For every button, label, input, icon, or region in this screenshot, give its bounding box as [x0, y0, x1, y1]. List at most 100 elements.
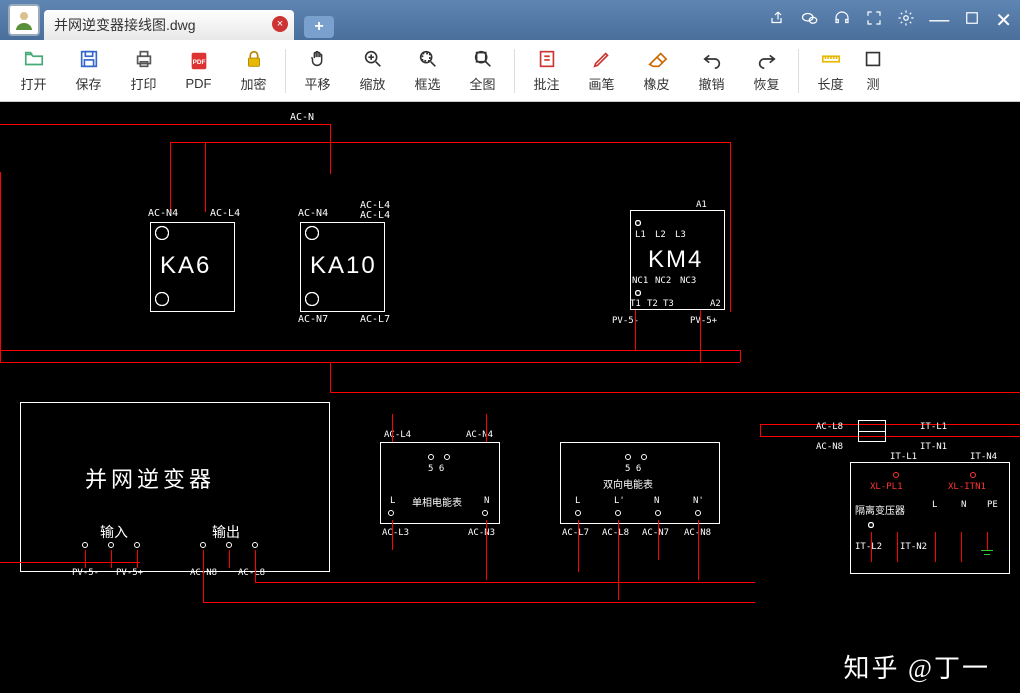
- lock-icon: [243, 48, 265, 70]
- terminal-label: AC-L4: [360, 210, 390, 221]
- terminal-label: NC1: [632, 276, 648, 286]
- terminal-label: A2: [710, 299, 721, 309]
- terminal-label: PV-5+: [116, 568, 143, 578]
- tab-label: 并网逆变器接线图.dwg: [54, 15, 196, 35]
- main-toolbar: 打开 保存 打印 PDFPDF 加密 平移 缩放 框选 全图 批注 画笔 橡皮 …: [0, 40, 1020, 102]
- pen-button[interactable]: 画笔: [574, 44, 629, 97]
- wire-label: AC-N: [290, 112, 314, 123]
- terminal-label: IT-N4: [970, 452, 997, 462]
- terminal-label: AC-L4: [210, 208, 240, 219]
- folder-open-icon: [23, 48, 45, 70]
- terminal-label: N': [693, 496, 704, 506]
- terminal-label: IT-N2: [900, 542, 927, 552]
- terminal-label: 5 6: [625, 464, 641, 474]
- terminal-label: AC-L3: [382, 528, 409, 538]
- watermark: 知乎 @丁一: [844, 648, 990, 685]
- toolbar-separator: [514, 49, 515, 93]
- minimize-button[interactable]: —: [929, 9, 949, 32]
- redo-button[interactable]: 恢复: [739, 44, 794, 97]
- terminal-label: AC-L7: [360, 314, 390, 325]
- save-button[interactable]: 保存: [61, 44, 116, 97]
- annotate-icon: [536, 48, 558, 70]
- terminal-label: AC-L7: [562, 528, 589, 538]
- drawing-canvas[interactable]: AC-N AC-N4 AC-L4 KA6 AC-N4 AC-L4 AC-L4 K…: [0, 102, 1020, 693]
- terminal-label: L: [575, 496, 580, 506]
- box-select-icon: [417, 48, 439, 70]
- print-button[interactable]: 打印: [116, 44, 171, 97]
- share-icon[interactable]: [769, 9, 787, 32]
- terminal-label: AC-N4: [148, 208, 178, 219]
- terminal-label: N: [484, 496, 489, 506]
- lock-button[interactable]: 加密: [226, 44, 281, 97]
- terminal-label: AC-N8: [816, 442, 843, 452]
- terminal-label: L': [614, 496, 625, 506]
- fullscreen-icon[interactable]: [865, 9, 883, 32]
- fit-icon: [472, 48, 494, 70]
- pan-icon: [307, 48, 329, 70]
- terminal-label: NC3: [680, 276, 696, 286]
- length-button[interactable]: 长度: [803, 44, 858, 97]
- terminal-label: T1: [630, 299, 641, 309]
- component-label: 并网逆变器: [85, 462, 215, 494]
- terminal-label: L1: [635, 230, 646, 240]
- box-select-button[interactable]: 框选: [400, 44, 455, 97]
- redo-icon: [756, 48, 778, 70]
- terminal-label: T2: [647, 299, 658, 309]
- undo-button[interactable]: 撤销: [684, 44, 739, 97]
- fit-all-button[interactable]: 全图: [455, 44, 510, 97]
- terminal-label: AC-L8: [238, 568, 265, 578]
- terminal-label: IT-L2: [855, 542, 882, 552]
- terminal-label: L2: [655, 230, 666, 240]
- close-button[interactable]: ✕: [995, 8, 1012, 33]
- terminal-label: N: [654, 496, 659, 506]
- terminal-label: AC-N7: [642, 528, 669, 538]
- terminal-label: L3: [675, 230, 686, 240]
- component-label: 隔离变压器: [855, 502, 905, 517]
- svg-text:PDF: PDF: [192, 59, 205, 66]
- terminal-label: IT-N1: [920, 442, 947, 452]
- window-controls: — ✕: [769, 8, 1012, 33]
- terminal-label: N: [961, 500, 966, 510]
- zoom-icon: [362, 48, 384, 70]
- zoom-button[interactable]: 缩放: [345, 44, 400, 97]
- save-icon: [78, 48, 100, 70]
- maximize-button[interactable]: [963, 9, 981, 32]
- component-label: KM4: [648, 246, 703, 274]
- file-tab[interactable]: 并网逆变器接线图.dwg ×: [44, 10, 294, 40]
- isolation-transformer: [850, 462, 1010, 574]
- terminal-label: AC-L8: [816, 422, 843, 432]
- measure-button[interactable]: 测: [858, 44, 888, 97]
- terminal-label: XL-ITN1: [948, 482, 986, 492]
- headset-icon[interactable]: [833, 9, 851, 32]
- terminal-label: AC-N4: [298, 208, 328, 219]
- component-label: KA10: [310, 252, 377, 280]
- terminal-label: AC-L4: [384, 430, 411, 440]
- measure-icon: [862, 48, 884, 70]
- eraser-button[interactable]: 橡皮: [629, 44, 684, 97]
- annotate-button[interactable]: 批注: [519, 44, 574, 97]
- terminal-label: AC-N3: [468, 528, 495, 538]
- open-button[interactable]: 打开: [6, 44, 61, 97]
- component-label: 双向电能表: [603, 476, 653, 491]
- new-tab-button[interactable]: +: [304, 16, 334, 38]
- terminal-label: PE: [987, 500, 998, 510]
- terminal-label: XL-PL1: [870, 482, 903, 492]
- undo-icon: [701, 48, 723, 70]
- titlebar: 并网逆变器接线图.dwg × + — ✕: [0, 0, 1020, 40]
- terminal-label: 5 6: [428, 464, 444, 474]
- terminal-label: NC2: [655, 276, 671, 286]
- terminal-label: IT-L1: [920, 422, 947, 432]
- pdf-button[interactable]: PDFPDF: [171, 46, 226, 95]
- tab-close-button[interactable]: ×: [272, 16, 288, 32]
- terminal-label: L: [932, 500, 937, 510]
- wechat-icon[interactable]: [801, 9, 819, 32]
- pan-button[interactable]: 平移: [290, 44, 345, 97]
- component-label: KA6: [160, 252, 211, 280]
- terminal-label: L: [390, 496, 395, 506]
- user-avatar-icon[interactable]: [8, 4, 40, 36]
- print-icon: [133, 48, 155, 70]
- settings-icon[interactable]: [897, 9, 915, 32]
- terminal-label: AC-N7: [298, 314, 328, 325]
- component-label: 输出: [212, 522, 240, 542]
- terminal-label: A1: [696, 200, 707, 210]
